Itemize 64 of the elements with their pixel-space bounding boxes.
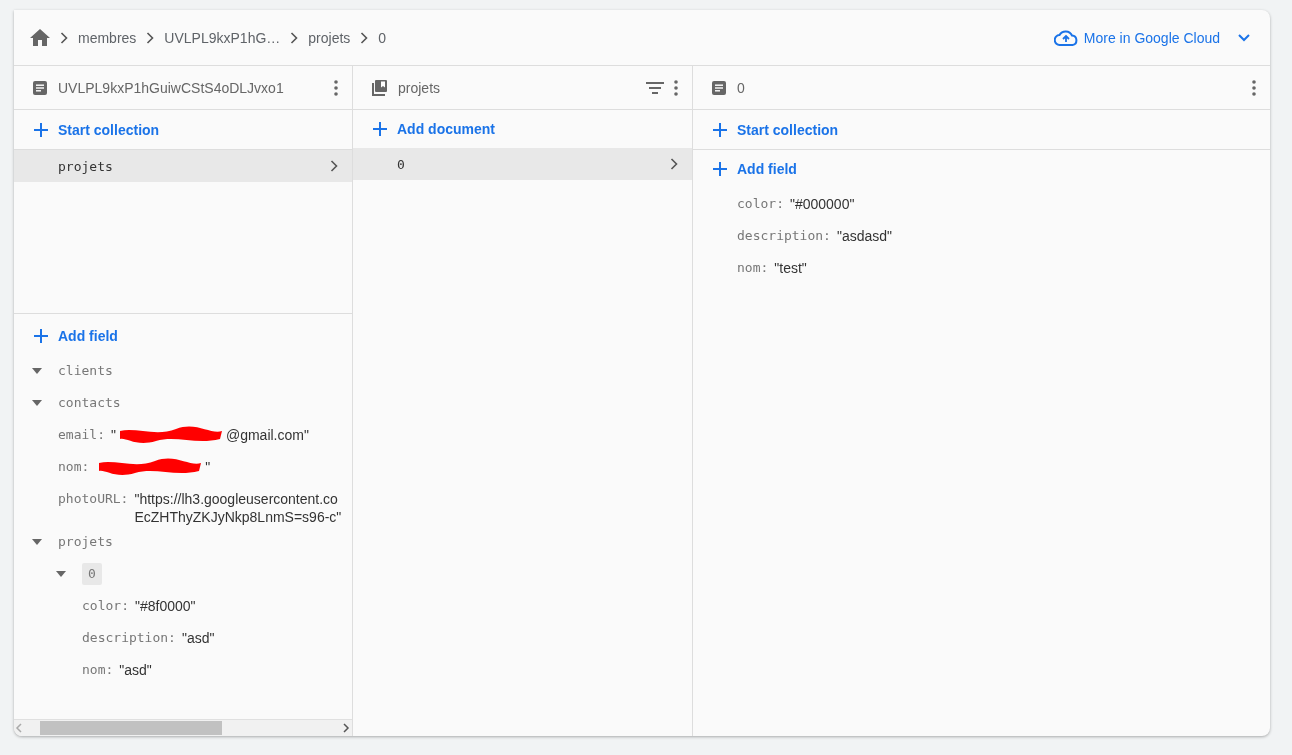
field-key: nom:	[58, 451, 90, 483]
plus-icon	[713, 122, 727, 137]
field-value: "#000000"	[789, 195, 855, 214]
field-value: "	[205, 458, 211, 477]
field-key: clients	[58, 355, 113, 387]
plus-icon	[34, 122, 48, 137]
breadcrumb-link[interactable]: 0	[378, 29, 387, 46]
add-field-button[interactable]: Add field	[693, 150, 1270, 188]
field-value: "asdasd"	[836, 227, 892, 246]
start-collection-button[interactable]: Start collection	[693, 110, 1270, 150]
expanded-triangle-icon[interactable]	[32, 539, 42, 545]
list-item[interactable]: 0	[353, 148, 692, 180]
field-key: description:	[737, 220, 831, 252]
field-key: email:	[58, 419, 105, 451]
collection-icon	[371, 79, 388, 96]
horizontal-scrollbar[interactable]	[14, 719, 352, 736]
list-item[interactable]: projets	[14, 150, 352, 182]
field-key: 0	[82, 563, 102, 585]
expanded-triangle-icon[interactable]	[56, 571, 66, 577]
scroll-right-icon[interactable]	[340, 723, 352, 733]
breadcrumb-chevron-icon	[290, 31, 299, 44]
chevron-right-icon	[330, 160, 338, 172]
more-in-google-cloud-button[interactable]: More in Google Cloud	[1049, 25, 1254, 50]
plus-icon	[713, 162, 727, 176]
document-icon	[32, 79, 48, 96]
field-key: photoURL:	[58, 483, 129, 515]
more-icon[interactable]	[1252, 79, 1256, 96]
breadcrumb-link[interactable]: UVLPL9kxP1hG…	[164, 29, 281, 46]
more-icon[interactable]	[334, 79, 338, 96]
panel-title: UVLPL9kxP1hGuiwCStS4oDLJvxo1	[58, 79, 285, 96]
breadcrumb-link[interactable]: membres	[78, 29, 137, 46]
field-value: "asd"	[119, 661, 152, 680]
panel-title: projets	[398, 79, 442, 96]
add-field-button[interactable]: Add field	[14, 317, 352, 355]
field-key: projets	[58, 526, 113, 558]
document-icon	[711, 79, 727, 96]
expanded-triangle-icon[interactable]	[32, 400, 42, 406]
field-value: "	[110, 426, 116, 445]
field-key: description:	[82, 622, 176, 654]
home-icon[interactable]	[30, 29, 50, 46]
field-value: @gmail.com"	[225, 426, 309, 445]
breadcrumb-chevron-icon	[360, 31, 369, 44]
field-value: "test"	[774, 259, 807, 278]
panel-title: 0	[737, 79, 746, 96]
field-key: nom:	[82, 654, 114, 686]
expanded-triangle-icon[interactable]	[32, 368, 42, 374]
plus-icon	[373, 122, 387, 136]
breadcrumb-link[interactable]: projets	[308, 29, 351, 46]
field-key: color:	[737, 188, 784, 220]
breadcrumb-chevron-icon	[60, 31, 68, 44]
filter-icon[interactable]	[646, 81, 664, 94]
field-key: color:	[82, 590, 129, 622]
chevron-down-icon	[1238, 33, 1250, 42]
field-value: "asd"	[181, 629, 215, 648]
field-key: contacts	[58, 387, 121, 419]
breadcrumb-chevron-icon	[146, 31, 155, 44]
plus-icon	[34, 329, 48, 343]
field-value: "https://lh3.googleusercontent.co EcZHThyZKJyNkp8LnmS=s96-c"	[134, 490, 342, 526]
cloud-icon	[1053, 29, 1078, 46]
field-key: nom:	[737, 252, 769, 284]
more-icon[interactable]	[674, 79, 678, 96]
field-value: "#8f0000"	[134, 597, 196, 616]
add-document-button[interactable]: Add document	[353, 110, 692, 148]
chevron-right-icon	[670, 158, 678, 170]
